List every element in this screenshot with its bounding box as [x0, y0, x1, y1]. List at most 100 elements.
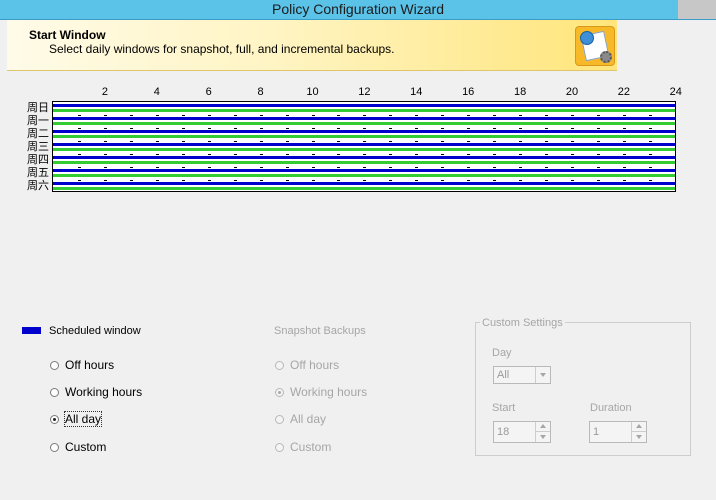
- hour-tick: [207, 154, 211, 155]
- hour-tick: [415, 141, 419, 142]
- hour-tick: [415, 167, 419, 168]
- spin-up-button[interactable]: [632, 422, 646, 432]
- hour-tick: [363, 180, 367, 181]
- hour-tick: [441, 128, 445, 129]
- hour-tick: [571, 167, 574, 168]
- hour-tick: [622, 115, 626, 116]
- backup-window-bar[interactable]: [53, 161, 675, 164]
- hour-tick: [596, 115, 600, 116]
- hour-label: 10: [306, 86, 319, 98]
- hour-label: 12: [358, 86, 371, 98]
- radio-working-hours[interactable]: Working hours: [50, 385, 142, 399]
- hour-tick: [441, 141, 445, 142]
- hour-tick: [77, 128, 81, 129]
- hour-tick: [622, 167, 626, 168]
- hour-tick: [493, 154, 497, 155]
- radio-button[interactable]: [275, 387, 284, 397]
- radio-off-hours[interactable]: Off hours: [50, 358, 114, 372]
- radio-button[interactable]: [275, 360, 284, 370]
- scheduled-window-bar[interactable]: [53, 169, 675, 172]
- hour-tick: [311, 115, 315, 116]
- day-row[interactable]: [53, 169, 675, 182]
- day-row[interactable]: [53, 117, 675, 130]
- hour-tick: [207, 115, 211, 116]
- hour-tick: [363, 154, 367, 155]
- hour-tick: [77, 141, 81, 142]
- scheduled-window-bar[interactable]: [53, 117, 675, 120]
- backup-window-bar[interactable]: [53, 174, 675, 177]
- hour-tick: [207, 167, 211, 168]
- radio-custom[interactable]: Custom: [50, 440, 106, 454]
- radio-button[interactable]: [275, 414, 284, 424]
- hour-tick: [285, 141, 289, 142]
- day-label: 周二: [27, 127, 49, 140]
- hour-tick: [571, 115, 574, 116]
- spin-down-button[interactable]: [536, 432, 550, 442]
- day-select[interactable]: All: [493, 366, 551, 384]
- backup-window-bar[interactable]: [53, 135, 675, 138]
- hour-tick: [129, 167, 133, 168]
- hour-tick: [155, 141, 159, 142]
- backup-window-bar[interactable]: [53, 109, 675, 112]
- scheduled-window-bar[interactable]: [53, 130, 675, 133]
- radio-all-day[interactable]: All day: [50, 411, 103, 427]
- snapshot-radio-working-hours[interactable]: Working hours: [275, 385, 367, 399]
- hour-label: 18: [513, 86, 527, 98]
- day-row[interactable]: [53, 130, 675, 143]
- hour-tick: [519, 180, 523, 181]
- hour-tick: [259, 141, 263, 142]
- close-button[interactable]: [678, 0, 716, 19]
- spin-up-button[interactable]: [536, 422, 550, 432]
- hour-tick: [467, 128, 471, 129]
- hour-tick: [596, 154, 600, 155]
- backup-window-bar[interactable]: [53, 148, 675, 151]
- hour-tick: [181, 167, 185, 168]
- hour-tick: [648, 115, 652, 116]
- hour-tick: [519, 141, 523, 142]
- radio-button[interactable]: [50, 414, 59, 424]
- snapshot-radio-off-hours[interactable]: Off hours: [275, 358, 339, 372]
- start-spinner[interactable]: 18: [493, 421, 551, 443]
- scheduled-window-bar[interactable]: [53, 143, 675, 146]
- hour-tick: [285, 115, 289, 116]
- hour-tick: [129, 128, 133, 129]
- backup-window-bar[interactable]: [53, 187, 675, 190]
- radio-button[interactable]: [275, 442, 284, 452]
- hour-tick: [363, 141, 367, 142]
- schedule-grid[interactable]: [52, 101, 676, 192]
- snapshot-radio-all-day[interactable]: All day: [275, 412, 326, 426]
- scheduled-window-bar[interactable]: [53, 156, 675, 159]
- radio-button[interactable]: [50, 442, 59, 452]
- hour-tick: [648, 128, 652, 129]
- day-row[interactable]: [53, 182, 675, 195]
- scheduled-window-bar[interactable]: [53, 182, 675, 185]
- snapshot-radio-custom[interactable]: Custom: [275, 440, 331, 454]
- radio-button[interactable]: [50, 387, 59, 397]
- spin-down-button[interactable]: [632, 432, 646, 442]
- hour-tick: [77, 167, 81, 168]
- duration-spinner[interactable]: 1: [589, 421, 647, 443]
- hour-tick: [493, 141, 497, 142]
- hour-tick: [233, 115, 237, 116]
- hour-tick: [285, 167, 289, 168]
- hour-tick: [103, 128, 107, 129]
- radio-label: Custom: [290, 440, 332, 454]
- scheduled-window-bar[interactable]: [53, 104, 675, 107]
- start-label: Start: [492, 402, 516, 414]
- day-label: 周四: [27, 153, 49, 166]
- day-row[interactable]: [53, 104, 675, 117]
- dropdown-button[interactable]: [535, 367, 550, 383]
- hour-tick: [103, 167, 107, 168]
- day-row[interactable]: [53, 156, 675, 169]
- hour-tick: [545, 167, 549, 168]
- day-label: 周五: [27, 166, 49, 179]
- chevron-down-icon: [636, 435, 642, 439]
- hour-tick: [648, 154, 652, 155]
- page-subtitle: Select daily windows for snapshot, full,…: [49, 42, 395, 56]
- title-bar: Policy Configuration Wizard: [0, 0, 716, 20]
- day-row[interactable]: [53, 143, 675, 156]
- radio-button[interactable]: [50, 360, 59, 370]
- wizard-header: Start Window Select daily windows for sn…: [7, 20, 617, 71]
- backup-window-bar[interactable]: [53, 122, 675, 125]
- hour-tick: [259, 154, 263, 155]
